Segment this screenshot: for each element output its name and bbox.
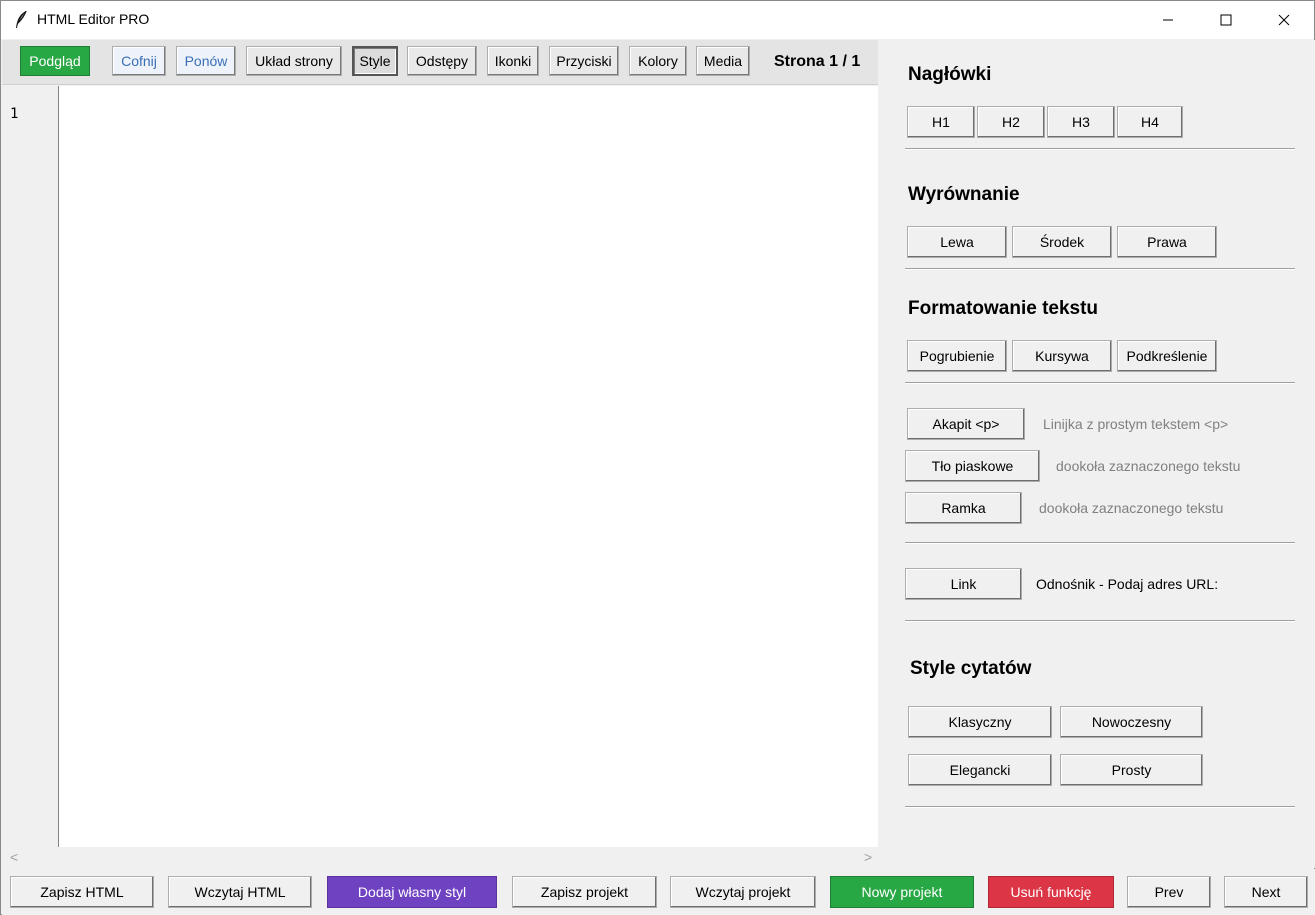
- new-project-button[interactable]: Nowy projekt: [830, 876, 974, 908]
- title-bar[interactable]: HTML Editor PRO: [1, 1, 1314, 39]
- tools-panel: Nagłówki H1 H2 H3 H4 Wyrównanie Lewa Śro…: [879, 40, 1315, 868]
- quote-classic-button[interactable]: Klasyczny: [908, 706, 1052, 738]
- remove-function-button[interactable]: Usuń funkcję: [988, 876, 1114, 908]
- quote-simple-button[interactable]: Prosty: [1060, 754, 1203, 786]
- spacing-button[interactable]: Odstępy: [407, 46, 477, 76]
- icons-button[interactable]: Ikonki: [487, 46, 539, 76]
- horizontal-scrollbar[interactable]: < >: [2, 847, 878, 869]
- separator: [905, 268, 1295, 270]
- align-center-button[interactable]: Środek: [1012, 226, 1112, 258]
- h1-button[interactable]: H1: [907, 106, 975, 138]
- app-window: HTML Editor PRO Podgląd Cofnij Ponów Ukł…: [0, 0, 1315, 915]
- add-custom-style-button[interactable]: Dodaj własny styl: [327, 876, 497, 908]
- colors-button[interactable]: Kolory: [629, 46, 687, 76]
- minimize-button[interactable]: [1139, 1, 1197, 39]
- undo-button[interactable]: Cofnij: [112, 46, 166, 76]
- close-icon: [1278, 14, 1290, 26]
- page-indicator: Strona 1 / 1: [774, 53, 861, 70]
- separator: [905, 542, 1295, 544]
- redo-button[interactable]: Ponów: [176, 46, 236, 76]
- page-layout-button[interactable]: Układ strony: [246, 46, 342, 76]
- next-button[interactable]: Next: [1224, 876, 1308, 908]
- save-project-button[interactable]: Zapisz projekt: [512, 876, 657, 908]
- formatting-title: Formatowanie tekstu: [908, 298, 1099, 319]
- load-project-button[interactable]: Wczytaj projekt: [670, 876, 816, 908]
- separator: [905, 382, 1295, 384]
- maximize-button[interactable]: [1197, 1, 1255, 39]
- feather-icon: [15, 10, 27, 29]
- media-button[interactable]: Media: [696, 46, 750, 76]
- maximize-icon: [1220, 14, 1232, 26]
- bold-button[interactable]: Pogrubienie: [907, 340, 1007, 372]
- preview-button[interactable]: Podgląd: [20, 46, 90, 76]
- quote-modern-button[interactable]: Nowoczesny: [1060, 706, 1203, 738]
- line-number-gutter: 1: [2, 86, 58, 846]
- line-number: 1: [10, 106, 19, 122]
- scroll-right-icon[interactable]: >: [864, 849, 872, 865]
- minimize-icon: [1163, 19, 1173, 21]
- align-left-button[interactable]: Lewa: [907, 226, 1007, 258]
- quote-elegant-button[interactable]: Elegancki: [908, 754, 1052, 786]
- close-button[interactable]: [1255, 1, 1313, 39]
- frame-button[interactable]: Ramka: [905, 492, 1022, 524]
- alignment-title: Wyrównanie: [908, 184, 1020, 205]
- separator: [905, 148, 1295, 150]
- h2-button[interactable]: H2: [977, 106, 1045, 138]
- headings-title: Nagłówki: [908, 64, 992, 85]
- separator: [905, 620, 1295, 622]
- paragraph-hint: Linijka z prostym tekstem <p>: [1043, 416, 1229, 432]
- link-button[interactable]: Link: [905, 568, 1022, 600]
- top-toolbar: Podgląd Cofnij Ponów Układ strony Style …: [2, 40, 878, 85]
- h4-button[interactable]: H4: [1117, 106, 1183, 138]
- underline-button[interactable]: Podkreślenie: [1117, 340, 1217, 372]
- save-html-button[interactable]: Zapisz HTML: [10, 876, 154, 908]
- scroll-left-icon[interactable]: <: [10, 849, 18, 865]
- link-label: Odnośnik - Podaj adres URL:: [1036, 576, 1219, 592]
- load-html-button[interactable]: Wczytaj HTML: [168, 876, 312, 908]
- frame-hint: dookoła zaznaczonego tekstu: [1039, 500, 1224, 516]
- italic-button[interactable]: Kursywa: [1012, 340, 1112, 372]
- buttons-button[interactable]: Przyciski: [549, 46, 619, 76]
- h3-button[interactable]: H3: [1047, 106, 1115, 138]
- bottom-toolbar: Zapisz HTML Wczytaj HTML Dodaj własny st…: [2, 869, 1315, 915]
- paragraph-button[interactable]: Akapit <p>: [907, 408, 1025, 440]
- code-editor[interactable]: [58, 86, 878, 847]
- style-button[interactable]: Style: [352, 46, 398, 76]
- window-title: HTML Editor PRO: [37, 11, 150, 27]
- align-right-button[interactable]: Prawa: [1117, 226, 1217, 258]
- quote-styles-title: Style cytatów: [910, 658, 1032, 679]
- separator: [905, 806, 1295, 808]
- sand-background-hint: dookoła zaznaczonego tekstu: [1056, 458, 1241, 474]
- sand-background-button[interactable]: Tło piaskowe: [905, 450, 1040, 482]
- prev-button[interactable]: Prev: [1127, 876, 1211, 908]
